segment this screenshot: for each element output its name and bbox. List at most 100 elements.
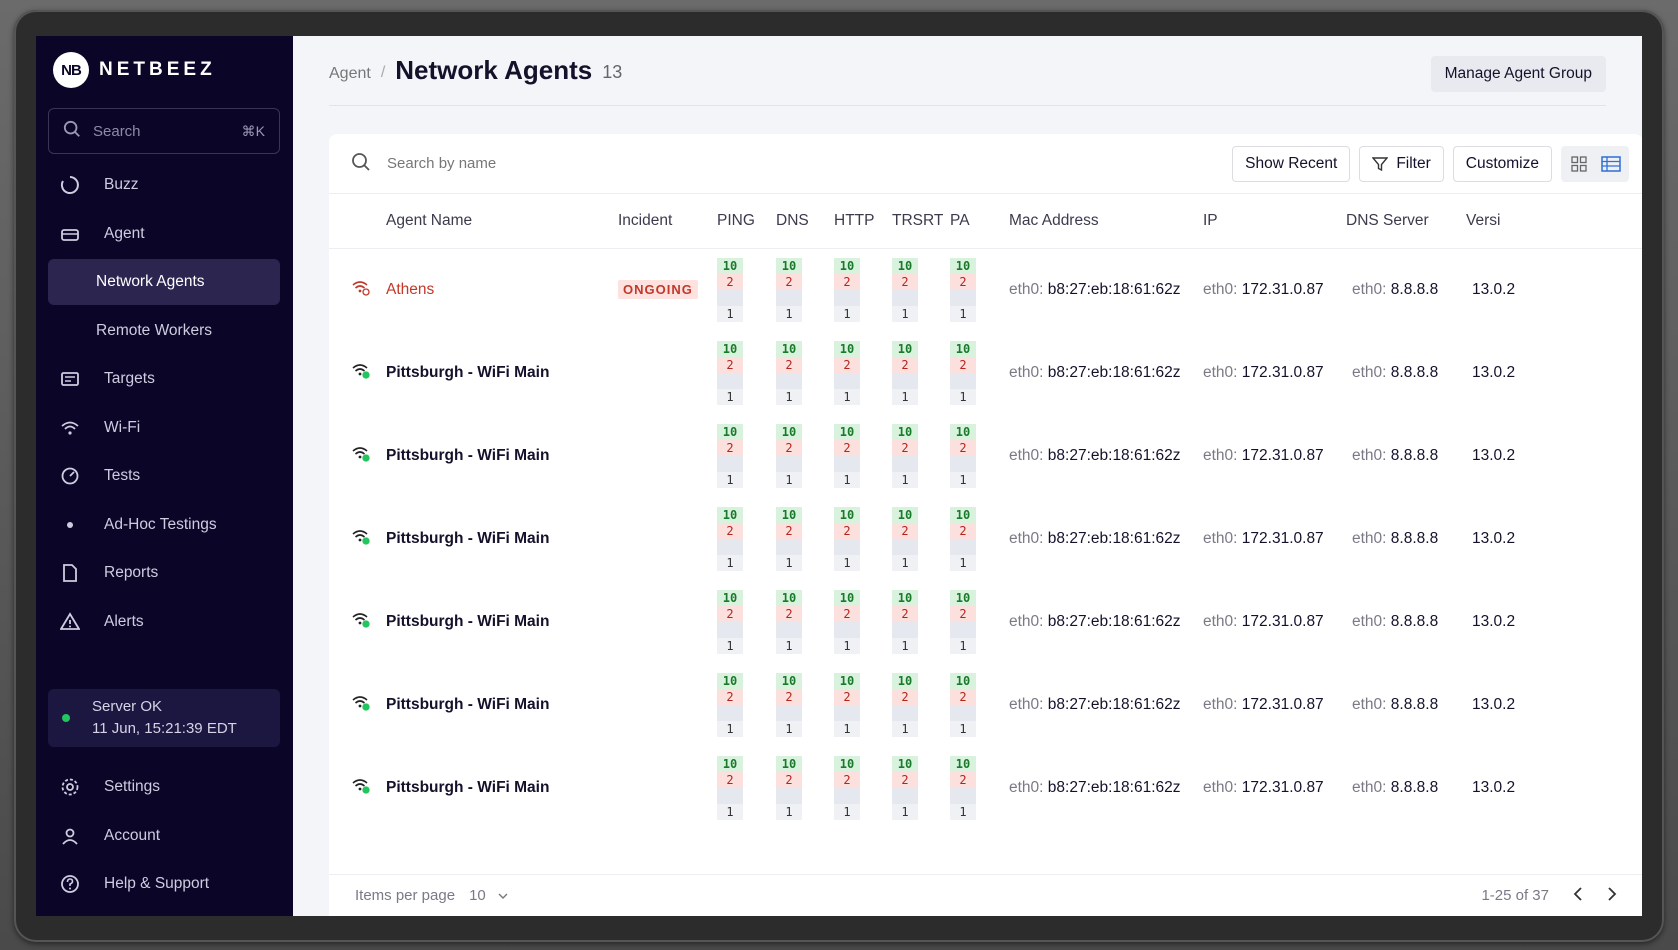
grid-view-icon[interactable] [1567,152,1591,176]
ping-cell[interactable]: 10 2 1 [717,580,776,663]
http-metric[interactable]: 10 2 1 [834,340,860,405]
sidebar-item-remote-workers[interactable]: Remote Workers [48,308,280,354]
agent-name-cell[interactable]: Pittsburgh - WiFi Main [386,497,618,580]
dns-cell[interactable]: 10 2 1 [776,663,834,746]
trsrt-cell[interactable]: 10 2 1 [892,331,950,414]
agent-name-cell[interactable]: Pittsburgh - WiFi Main [386,331,618,414]
ping-cell[interactable]: 10 2 1 [717,248,776,331]
ping-metric[interactable]: 10 2 1 [717,423,743,488]
col-trsrt[interactable]: TRSRT [892,194,950,249]
ping-cell[interactable]: 10 2 1 [717,331,776,414]
http-cell[interactable]: 10 2 1 [834,746,892,829]
manage-agent-group-button[interactable]: Manage Agent Group [1430,56,1606,92]
items-per-page-select[interactable]: 10 [469,887,508,904]
pa-metric[interactable]: 10 2 1 [950,506,976,571]
agent-name[interactable]: Pittsburgh - WiFi Main [386,447,549,464]
http-metric[interactable]: 10 2 1 [834,423,860,488]
agent-name-cell[interactable]: Pittsburgh - WiFi Main [386,746,618,829]
agent-name[interactable]: Pittsburgh - WiFi Main [386,364,549,381]
col-ping[interactable]: PING [717,194,776,249]
col-mac-address[interactable]: Mac Address [1009,194,1203,249]
table-row[interactable]: Pittsburgh - WiFi Main 10 2 1 10 2 1 10 … [329,331,1642,414]
col-ip[interactable]: IP [1203,194,1346,249]
trsrt-metric[interactable]: 10 2 1 [892,257,918,322]
name-search[interactable]: Search by name [351,152,1223,176]
col-incident[interactable]: Incident [618,194,717,249]
http-cell[interactable]: 10 2 1 [834,663,892,746]
dns-metric[interactable]: 10 2 1 [776,340,802,405]
incident-badge[interactable]: ONGOING [618,280,698,300]
trsrt-metric[interactable]: 10 2 1 [892,672,918,737]
sidebar-item-reports[interactable]: Reports [48,550,280,596]
sidebar-item-network-agents[interactable]: Network Agents [48,259,280,305]
pa-metric[interactable]: 10 2 1 [950,340,976,405]
agent-name-cell[interactable]: Pittsburgh - WiFi Main [386,663,618,746]
http-metric[interactable]: 10 2 1 [834,257,860,322]
dns-metric[interactable]: 10 2 1 [776,257,802,322]
trsrt-cell[interactable]: 10 2 1 [892,663,950,746]
pa-cell[interactable]: 10 2 1 [950,414,1009,497]
prev-page-icon[interactable] [1573,886,1583,905]
trsrt-cell[interactable]: 10 2 1 [892,746,950,829]
dns-cell[interactable]: 10 2 1 [776,331,834,414]
dns-metric[interactable]: 10 2 1 [776,755,802,820]
ping-metric[interactable]: 10 2 1 [717,257,743,322]
agent-name[interactable]: Pittsburgh - WiFi Main [386,779,549,796]
http-cell[interactable]: 10 2 1 [834,248,892,331]
http-cell[interactable]: 10 2 1 [834,497,892,580]
sidebar-search[interactable]: Search ⌘K [48,108,280,154]
sidebar-item-adhoc-testings[interactable]: Ad-Hoc Testings [48,502,280,548]
agent-name[interactable]: Athens [386,281,434,298]
pa-cell[interactable]: 10 2 1 [950,746,1009,829]
ping-cell[interactable]: 10 2 1 [717,746,776,829]
http-metric[interactable]: 10 2 1 [834,755,860,820]
sidebar-item-help[interactable]: Help & Support [48,861,280,907]
col-pa[interactable]: PA [950,194,1009,249]
customize-button[interactable]: Customize [1452,145,1552,182]
pa-cell[interactable]: 10 2 1 [950,663,1009,746]
show-recent-button[interactable]: Show Recent [1232,145,1351,182]
http-cell[interactable]: 10 2 1 [834,331,892,414]
table-row[interactable]: Pittsburgh - WiFi Main 10 2 1 10 2 1 10 … [329,663,1642,746]
filter-button[interactable]: Filter [1359,145,1444,182]
ping-metric[interactable]: 10 2 1 [717,589,743,654]
dns-cell[interactable]: 10 2 1 [776,580,834,663]
trsrt-metric[interactable]: 10 2 1 [892,506,918,571]
pa-metric[interactable]: 10 2 1 [950,589,976,654]
sidebar-item-account[interactable]: Account [48,813,280,859]
dns-metric[interactable]: 10 2 1 [776,423,802,488]
table-row[interactable]: Pittsburgh - WiFi Main 10 2 1 10 2 1 10 … [329,497,1642,580]
dns-cell[interactable]: 10 2 1 [776,248,834,331]
trsrt-cell[interactable]: 10 2 1 [892,414,950,497]
http-cell[interactable]: 10 2 1 [834,580,892,663]
trsrt-cell[interactable]: 10 2 1 [892,497,950,580]
dns-metric[interactable]: 10 2 1 [776,506,802,571]
table-row[interactable]: Pittsburgh - WiFi Main 10 2 1 10 2 1 10 … [329,414,1642,497]
list-view-icon[interactable] [1599,152,1623,176]
dns-cell[interactable]: 10 2 1 [776,746,834,829]
http-metric[interactable]: 10 2 1 [834,672,860,737]
col-http[interactable]: HTTP [834,194,892,249]
logo[interactable]: NB NETBEEZ [53,52,216,88]
sidebar-item-settings[interactable]: Settings [48,764,280,810]
ping-metric[interactable]: 10 2 1 [717,672,743,737]
http-metric[interactable]: 10 2 1 [834,589,860,654]
http-cell[interactable]: 10 2 1 [834,414,892,497]
trsrt-cell[interactable]: 10 2 1 [892,248,950,331]
next-page-icon[interactable] [1607,886,1617,905]
pa-metric[interactable]: 10 2 1 [950,257,976,322]
table-row[interactable]: Pittsburgh - WiFi Main 10 2 1 10 2 1 10 … [329,580,1642,663]
table-row[interactable]: Pittsburgh - WiFi Main 10 2 1 10 2 1 10 … [329,746,1642,829]
pa-metric[interactable]: 10 2 1 [950,755,976,820]
trsrt-cell[interactable]: 10 2 1 [892,580,950,663]
agent-name-cell[interactable]: Pittsburgh - WiFi Main [386,414,618,497]
dns-cell[interactable]: 10 2 1 [776,497,834,580]
pa-metric[interactable]: 10 2 1 [950,423,976,488]
agent-name[interactable]: Pittsburgh - WiFi Main [386,696,549,713]
ping-cell[interactable]: 10 2 1 [717,663,776,746]
col-agent-name[interactable]: Agent Name [386,194,618,249]
ping-metric[interactable]: 10 2 1 [717,506,743,571]
trsrt-metric[interactable]: 10 2 1 [892,755,918,820]
pa-metric[interactable]: 10 2 1 [950,672,976,737]
col-dns[interactable]: DNS [776,194,834,249]
